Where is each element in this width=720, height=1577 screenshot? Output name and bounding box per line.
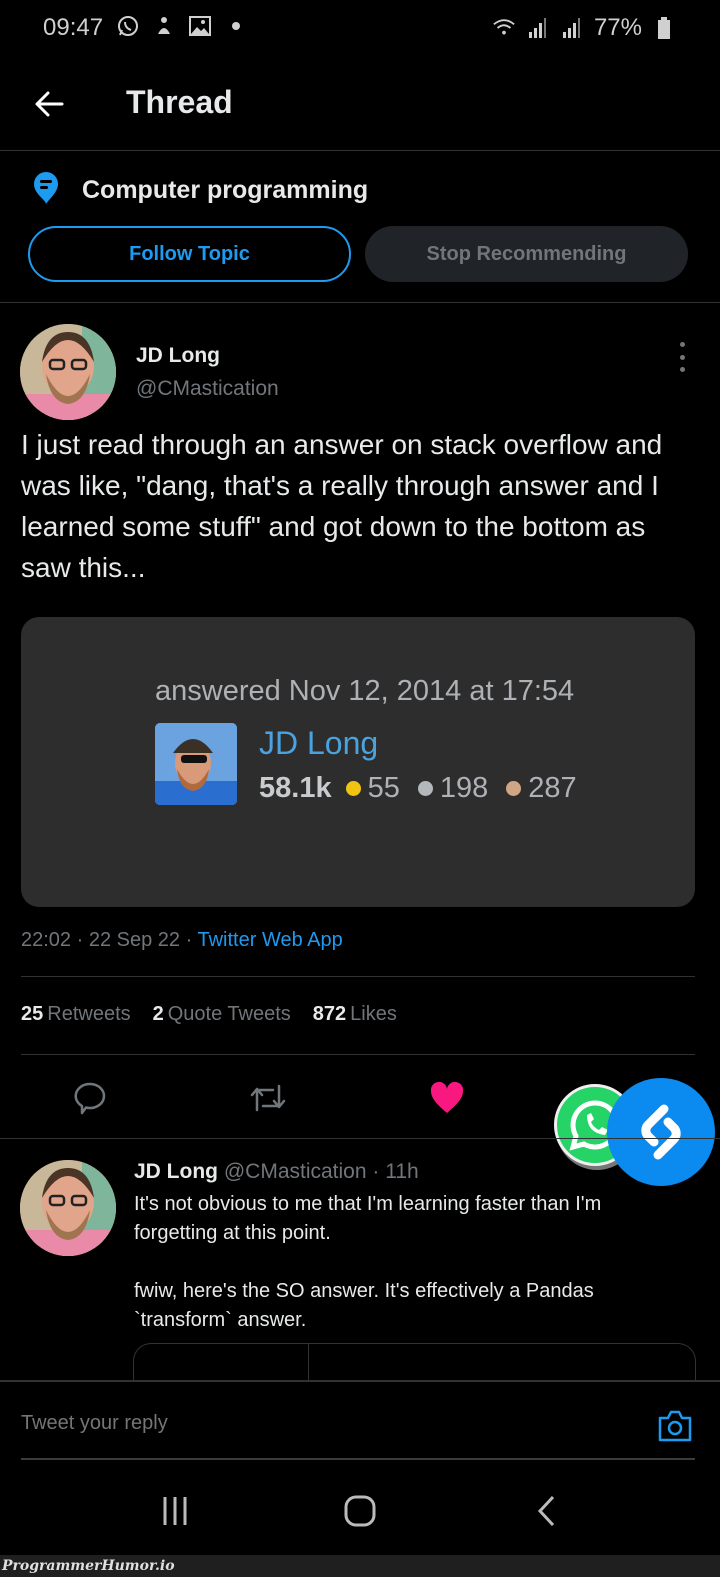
- more-dot-icon: [679, 367, 685, 372]
- silver-badge-icon: [417, 781, 433, 796]
- retweet-icon: [250, 1084, 286, 1112]
- reply-author-name[interactable]: JD Long: [134, 1160, 218, 1183]
- status-bar: 09:47 77%: [0, 0, 720, 56]
- whatsapp-icon: [116, 14, 140, 38]
- author-name[interactable]: JD Long: [136, 344, 220, 368]
- gallery-icon: [188, 14, 212, 38]
- meta-sep: ·: [185, 929, 193, 951]
- recent-apps-button[interactable]: [150, 1489, 200, 1533]
- reply-text-paragraph: It's not obvious to me that I'm learning…: [134, 1193, 602, 1244]
- silver-badge-count: 198: [439, 772, 489, 804]
- divider: [0, 1138, 720, 1139]
- avatar[interactable]: [20, 324, 116, 420]
- like-button[interactable]: [427, 1076, 467, 1120]
- so-user-avatar: [155, 723, 237, 805]
- notification-icon: [152, 14, 176, 38]
- battery-icon: [652, 16, 676, 40]
- reply-icon: [74, 1082, 106, 1115]
- compose-underline: [21, 1458, 695, 1460]
- more-options-button[interactable]: [672, 342, 692, 372]
- camera-icon: [658, 1410, 692, 1442]
- bronze-badge-icon: [506, 781, 522, 796]
- system-nav-bar: [0, 1465, 720, 1555]
- topic-title: Computer programming: [82, 176, 369, 204]
- so-answered-date: answered Nov 12, 2014 at 17:54: [155, 675, 575, 707]
- follow-topic-button[interactable]: Follow Topic: [28, 226, 351, 282]
- meta-sep: ·: [76, 929, 84, 951]
- home-icon: [344, 1495, 376, 1527]
- reply-text: It's not obvious to me that I'm learning…: [134, 1190, 674, 1335]
- reply-meta: @CMastication · 11h: [223, 1160, 419, 1183]
- avatar[interactable]: [20, 1160, 116, 1256]
- divider: [0, 150, 720, 151]
- recents-icon: [163, 1497, 187, 1525]
- battery-level: 77%: [593, 14, 642, 41]
- arrow-left-icon: [35, 91, 64, 117]
- back-button[interactable]: [30, 84, 70, 124]
- more-dot-icon: [679, 342, 685, 347]
- camera-button[interactable]: [656, 1406, 694, 1444]
- watermark: ProgrammerHumor.io: [0, 1555, 720, 1577]
- reply-button[interactable]: [70, 1076, 110, 1120]
- reply-text-paragraph: fwiw, here's the SO answer. It's effecti…: [134, 1280, 594, 1331]
- likes-stat[interactable]: 872 Likes: [313, 1003, 397, 1026]
- status-time: 09:47: [43, 14, 104, 41]
- tweet-meta: 22:02 · 22 Sep 22 · Twitter Web App: [21, 929, 343, 952]
- retweets-stat[interactable]: 25 Retweets: [21, 1003, 131, 1026]
- topic-icon: [32, 170, 60, 211]
- home-button[interactable]: [335, 1489, 385, 1533]
- divider: [21, 976, 695, 977]
- tweet-header: JD Long @CMastication: [20, 324, 700, 420]
- tweet-text: I just read through an answer on stack o…: [21, 429, 663, 583]
- shazam-icon: [641, 1104, 681, 1160]
- signal-icon: [526, 16, 550, 40]
- divider: [0, 302, 720, 303]
- compose-bar: [0, 1380, 720, 1460]
- header: Thread: [0, 60, 720, 150]
- topic-row: Computer programming: [32, 170, 368, 211]
- so-reputation: 58.1k: [259, 772, 332, 804]
- heart-icon: [430, 1081, 464, 1113]
- tweet-source-link[interactable]: Twitter Web App: [198, 929, 343, 951]
- shazam-floating-bubble[interactable]: [607, 1078, 715, 1186]
- retweet-button[interactable]: [248, 1076, 288, 1120]
- tweet-time: 22:02: [21, 929, 72, 951]
- dot-icon: [224, 14, 248, 38]
- more-dot-icon: [679, 354, 685, 360]
- divider: [21, 1054, 695, 1055]
- stop-recommending-button[interactable]: Stop Recommending: [365, 226, 688, 282]
- author-handle[interactable]: @CMastication: [136, 377, 279, 401]
- tweet-date: 22 Sep 22: [88, 929, 181, 951]
- tweet-media[interactable]: answered Nov 12, 2014 at 17:54 JD Long 5…: [21, 617, 695, 907]
- so-user-stats: 58.1k 55 198 287: [259, 772, 587, 805]
- page-title: Thread: [126, 84, 233, 120]
- wifi-icon: [492, 16, 516, 40]
- so-user-name: JD Long: [259, 725, 379, 761]
- gold-badge-count: 55: [367, 772, 400, 804]
- reply-input[interactable]: [21, 1412, 621, 1435]
- chevron-left-icon: [537, 1495, 555, 1527]
- bronze-badge: 287: [506, 772, 577, 805]
- tweet-stats: 25 Retweets 2 Quote Tweets 872 Likes: [21, 1003, 397, 1026]
- reply-header: JD Long @CMastication · 11h: [134, 1160, 419, 1184]
- quote-tweets-stat[interactable]: 2 Quote Tweets: [153, 1003, 291, 1026]
- signal-icon: [560, 16, 584, 40]
- gold-badge: 55: [345, 772, 400, 805]
- bronze-badge-count: 287: [528, 772, 577, 804]
- system-back-button[interactable]: [522, 1489, 572, 1533]
- silver-badge: 198: [417, 772, 489, 805]
- gold-badge-icon: [345, 781, 361, 796]
